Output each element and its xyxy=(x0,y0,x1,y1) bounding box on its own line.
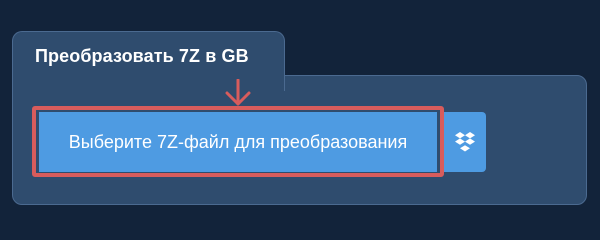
dropbox-icon xyxy=(455,132,475,152)
dropbox-button[interactable] xyxy=(444,112,486,172)
choose-file-button[interactable]: Выберите 7Z-файл для преобразования xyxy=(39,112,437,172)
arrow-down-icon xyxy=(225,79,251,106)
converter-title: Преобразовать 7Z в GB xyxy=(35,46,249,66)
